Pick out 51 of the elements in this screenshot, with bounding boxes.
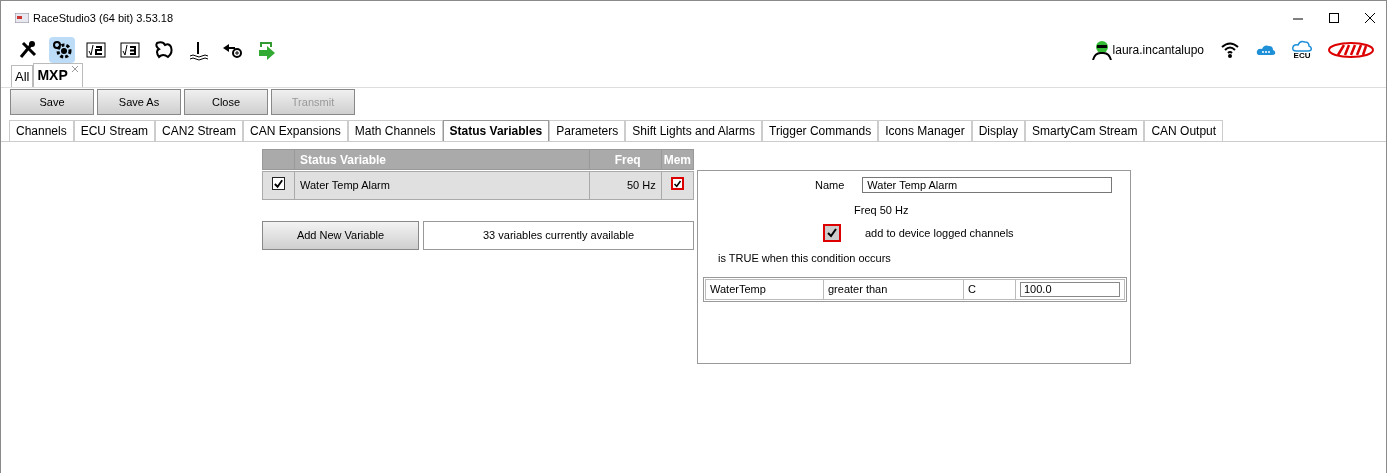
wifi-icon [1220,41,1240,59]
tab[interactable]: Parameters [549,120,626,141]
value-field[interactable]: 100.0 [1020,281,1120,297]
column-header: Freq [589,149,662,170]
tab[interactable]: ECU Stream [73,120,156,141]
table-cell: 50 Hz [589,171,662,200]
name-field[interactable]: Water Temp Alarm [862,177,1113,194]
user-icon [1090,40,1113,60]
document-tab[interactable]: MXP [33,63,83,87]
table-cell: WaterTemp [705,279,824,299]
checkbox[interactable] [272,177,285,190]
toolbar-button[interactable] [49,37,75,63]
action-button[interactable]: Save As [97,89,181,115]
table-cell: greater than [823,279,964,299]
tab[interactable]: Math Channels [347,120,443,141]
checkbox-label: add to device logged channels [865,225,1014,241]
tab[interactable]: Channels [9,120,74,141]
maximize-icon[interactable] [1328,12,1340,24]
condition-text: is TRUE when this condition occurs [718,251,891,266]
check-icon [826,227,838,239]
field-label: Name [815,178,845,193]
app-icon [15,13,29,23]
close-icon[interactable] [1364,12,1376,24]
user-name[interactable]: laura.incantalupo [1112,41,1204,59]
tab[interactable]: Status Variables [442,120,550,141]
cloud-icon[interactable] [1256,43,1276,57]
status-text: 33 variables currently available [423,221,694,250]
add-variable-button[interactable]: Add New Variable [262,221,419,250]
tab[interactable]: CAN Expansions [243,120,348,141]
tab[interactable]: CAN2 Stream [155,120,244,141]
checkbox[interactable] [823,224,841,242]
tab[interactable]: Icons Manager [878,120,972,141]
checkbox[interactable] [670,177,684,190]
column-header: Mem [661,149,694,170]
table-cell: C [963,279,1016,299]
tab[interactable]: CAN Output [1144,120,1224,141]
tab[interactable]: SmartyCam Stream [1025,120,1145,141]
cloud-icon[interactable] [1292,40,1312,52]
tab[interactable]: Display [971,120,1026,141]
tab[interactable]: Shift Lights and Alarms [625,120,762,141]
tab[interactable]: Trigger Commands [762,120,879,141]
document-tab[interactable]: All [11,64,34,87]
column-header: Status Variable [294,149,590,170]
logo-icon [1328,42,1374,58]
action-button[interactable]: Close [184,89,268,115]
window-title: RaceStudio3 (64 bit) 3.53.18 [33,10,174,26]
check-icon [273,177,284,190]
table-cell: Water Temp Alarm [294,171,590,200]
ecu-label: ECU [1293,52,1311,60]
freq-text: Freq 50 Hz [854,202,909,218]
action-button[interactable]: Save [10,89,94,115]
